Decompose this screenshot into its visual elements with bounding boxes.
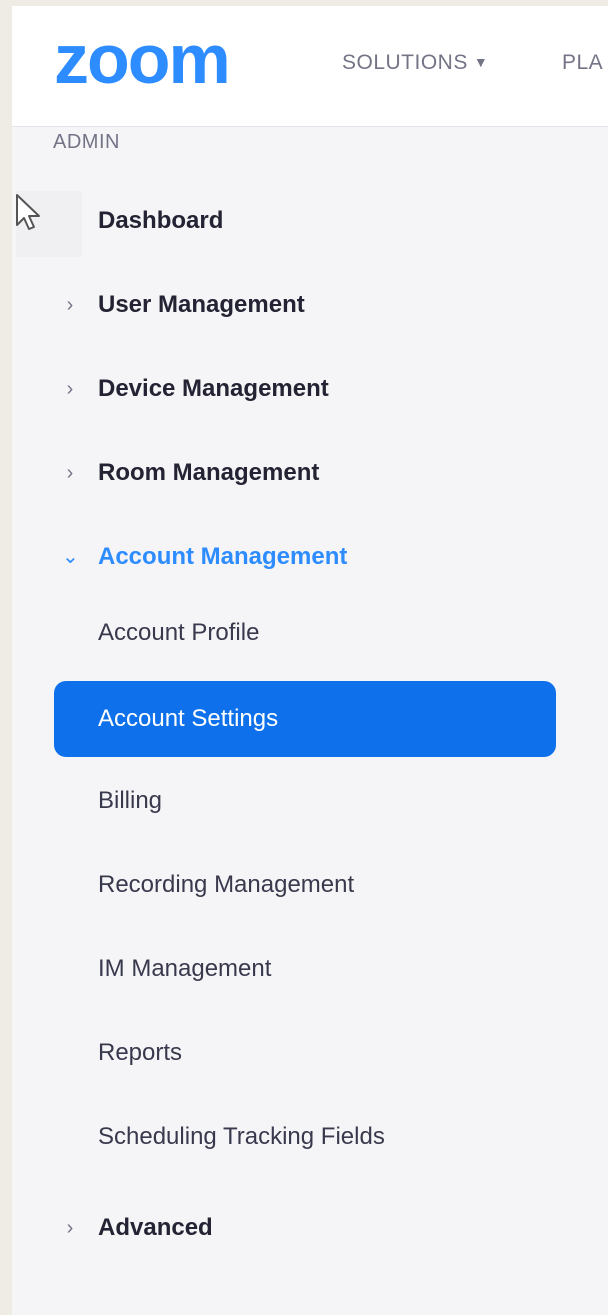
mouse-pointer-icon (16, 194, 40, 230)
chevron-down-icon[interactable]: ⌄ (62, 537, 79, 577)
nav-solutions-dropdown[interactable]: SOLUTIONS ▼ (342, 51, 488, 75)
zoom-logo[interactable]: zoom (54, 24, 231, 94)
sidebar-item-account-profile[interactable]: Account Profile (98, 613, 259, 653)
sidebar-item-billing[interactable]: Billing (98, 781, 162, 821)
sidebar-item-reports[interactable]: Reports (98, 1033, 182, 1073)
sidebar-item-device-management[interactable]: Device Management (98, 369, 329, 409)
chevron-right-icon[interactable]: › (62, 369, 78, 409)
chevron-right-icon[interactable]: › (62, 453, 78, 493)
sidebar-item-room-management[interactable]: Room Management (98, 453, 319, 493)
caret-down-icon: ▼ (473, 54, 489, 70)
nav-plans-link[interactable]: PLA (562, 51, 603, 75)
sidebar-item-user-management[interactable]: User Management (98, 285, 305, 325)
window-frame-left (0, 0, 12, 1315)
top-header: zoom SOLUTIONS ▼ PLA (12, 6, 608, 127)
sidebar-item-dashboard[interactable]: Dashboard (98, 201, 223, 241)
chevron-right-icon[interactable]: › (62, 285, 78, 325)
sidebar-item-account-settings-label: Account Settings (98, 705, 279, 732)
sidebar-item-im-management[interactable]: IM Management (98, 949, 271, 989)
chevron-right-icon[interactable]: › (62, 1208, 78, 1248)
sidebar-item-account-settings[interactable]: Account Settings (54, 681, 556, 757)
sidebar-item-account-management[interactable]: Account Management (98, 537, 347, 577)
sidebar-item-scheduling-tracking-fields[interactable]: Scheduling Tracking Fields (98, 1117, 385, 1157)
nav-solutions-label: SOLUTIONS (342, 51, 468, 74)
admin-sidebar: ADMIN Dashboard › User Management › Devi… (12, 127, 608, 1315)
sidebar-item-advanced[interactable]: Advanced (98, 1208, 213, 1248)
sidebar-section-label: ADMIN (53, 131, 120, 153)
sidebar-item-recording-management[interactable]: Recording Management (98, 865, 354, 905)
